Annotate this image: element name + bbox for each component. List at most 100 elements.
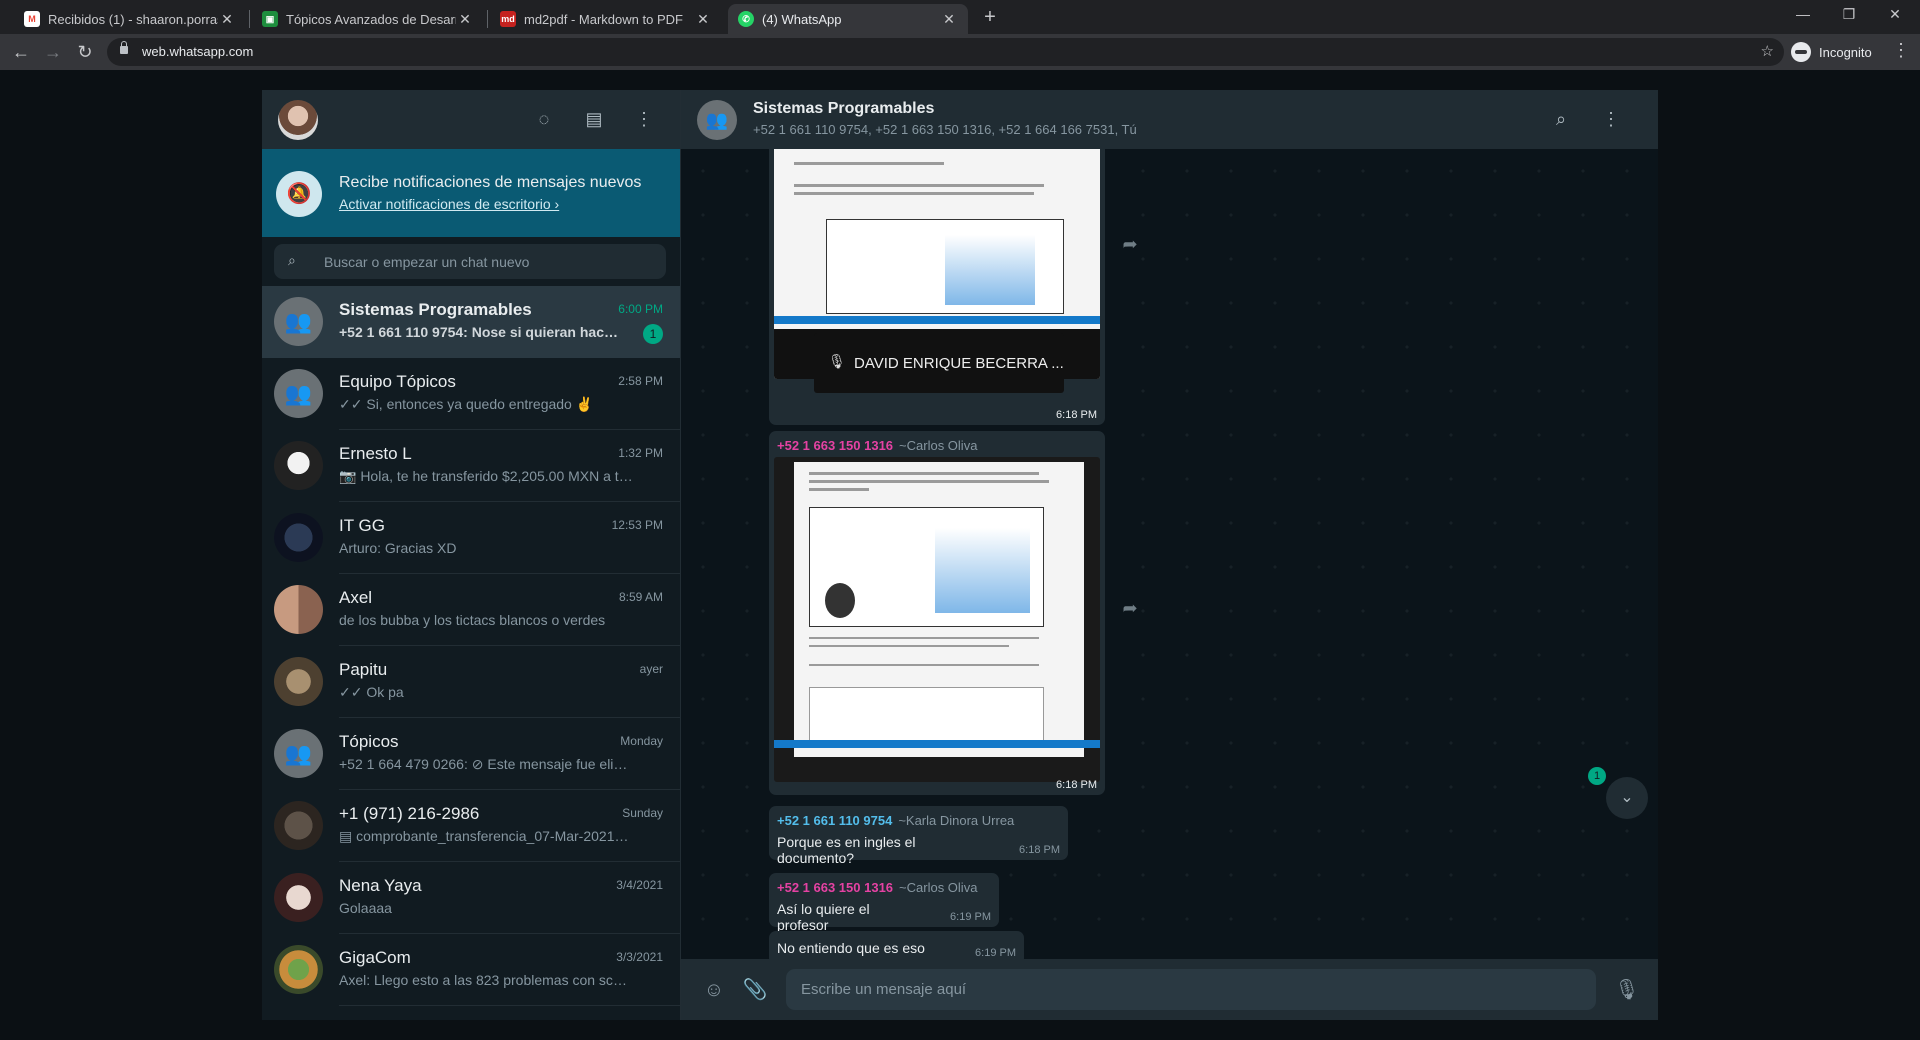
participant-name: DAVID ENRIQUE BECERRA ... (854, 355, 1064, 372)
avatar (274, 945, 323, 994)
menu-icon[interactable]: ⋮ (1599, 107, 1623, 131)
chat-preview: 📷 Hola, te he transferido $2,205.00 MXN … (339, 468, 634, 484)
minimize-button[interactable]: — (1780, 0, 1826, 30)
whatsapp-app: ◌ ▤ ⋮ 🔕 Recibe notificaciones de mensaje… (262, 90, 1658, 1020)
attach-icon[interactable]: 📎 (742, 977, 768, 1003)
avatar (274, 657, 323, 706)
group-avatar-icon: 👥 (274, 369, 323, 418)
group-avatar-icon: 👥 (274, 729, 323, 778)
tab-whatsapp[interactable]: ✆ (4) WhatsApp ✕ (728, 4, 968, 34)
chat-preview: +52 1 664 479 0266: ⊘ Este mensaje fue e… (339, 756, 634, 772)
chat-item-gigacom[interactable]: GigaCom 3/3/2021 Axel: Llego esto a las … (262, 934, 680, 1006)
unread-badge: 1 (1588, 767, 1606, 785)
tab-md2pdf[interactable]: md md2pdf - Markdown to PDF ✕ (490, 4, 722, 34)
mic-off-icon: 🎙 (828, 353, 846, 369)
image-message[interactable]: 🎙 DAVID ENRIQUE BECERRA ... 6:18 PM (769, 149, 1105, 425)
chat-time: Sunday (622, 806, 663, 820)
tab-gmail[interactable]: M Recibidos (1) - shaaron.porras@t ✕ (14, 4, 246, 34)
unread-badge: 1 (643, 324, 663, 344)
chat-item-nena-yaya[interactable]: Nena Yaya 3/4/2021 Golaaaa (262, 862, 680, 934)
chat-preview: Arturo: Gracias XD (339, 540, 457, 556)
sidebar: ◌ ▤ ⋮ 🔕 Recibe notificaciones de mensaje… (262, 90, 681, 1020)
reload-icon[interactable]: ↻ (73, 40, 97, 64)
forward-icon[interactable]: ➦ (1115, 229, 1145, 259)
video-tile: 🎙 DAVID ENRIQUE BECERRA ... (814, 333, 1064, 393)
forward-icon[interactable]: → (41, 40, 65, 64)
chat-item-topicos[interactable]: 👥 Tópicos Monday +52 1 664 479 0266: ⊘ E… (262, 718, 680, 790)
sender-phone[interactable]: +52 1 661 110 9754 (777, 813, 892, 828)
chat-time: ayer (639, 662, 663, 676)
restore-button[interactable]: ❐ (1826, 0, 1872, 30)
chat-item-sistemas-programables[interactable]: 👥 Sistemas Programables 6:00 PM +52 1 66… (262, 286, 680, 358)
close-icon[interactable]: ✕ (940, 11, 958, 28)
chat-item-ernesto-l[interactable]: Ernesto L 1:32 PM 📷 Hola, te he transfer… (262, 430, 680, 502)
chat-name: Axel (339, 588, 373, 607)
close-icon[interactable]: ✕ (694, 11, 712, 28)
scroll-down-button[interactable]: ⌄ 1 (1588, 767, 1648, 819)
text-message[interactable]: +52 1 663 150 1316 ~Carlos Oliva Así lo q… (769, 873, 999, 933)
close-window-button[interactable]: ✕ (1872, 0, 1918, 30)
search-bar: ⌕ (262, 237, 680, 286)
text-message[interactable]: No entiendo que es eso jaja 6:19 PM (769, 931, 1024, 959)
sender-phone[interactable]: +52 1 663 150 1316 (777, 880, 893, 895)
chat-time: 3/4/2021 (616, 878, 663, 892)
chat-item-papitu[interactable]: Papitu ayer ✓✓ Ok pa (262, 646, 680, 718)
sender-alias: ~Carlos Oliva (899, 880, 978, 895)
chat-time: 2:58 PM (618, 374, 663, 388)
chat-name: Equipo Tópicos (339, 372, 456, 391)
chat-name: +1 (971) 216-2986 (339, 804, 480, 823)
search-input[interactable] (324, 244, 654, 279)
message-time: 6:18 PM (1019, 844, 1060, 856)
avatar (274, 513, 323, 562)
bell-off-icon: 🔕 (276, 171, 322, 217)
text-message[interactable]: +52 1 661 110 9754 ~Karla Dinora Urrea Po… (769, 806, 1068, 866)
avatar[interactable] (278, 100, 318, 140)
new-chat-icon[interactable]: ▤ (582, 107, 606, 131)
tab-classroom[interactable]: ▣ Tópicos Avanzados de Desarrollo ✕ (252, 4, 484, 34)
address-bar[interactable]: web.whatsapp.com ☆ (107, 38, 1784, 66)
message-time: 6:19 PM (975, 947, 1016, 959)
chat-item-it-gg[interactable]: IT GG 12:53 PM Arturo: Gracias XD (262, 502, 680, 574)
whatsapp-icon: ✆ (738, 11, 754, 27)
new-tab-button[interactable]: + (976, 4, 1004, 30)
incognito-badge[interactable]: Incognito (1791, 39, 1872, 65)
compose-bar: ☺ 📎 🎙 (681, 959, 1658, 1020)
sidebar-header: ◌ ▤ ⋮ (262, 90, 680, 149)
emoji-icon[interactable]: ☺ (701, 977, 727, 1003)
microphone-icon[interactable]: 🎙 (1614, 977, 1640, 1003)
chat-preview: ▤ comprobante_transferencia_07-Mar-2021_… (339, 828, 634, 844)
chat-time: Monday (620, 734, 663, 748)
lock-icon (120, 41, 128, 54)
conversation-members: +52 1 661 110 9754, +52 1 663 150 1316, … (753, 122, 1137, 137)
enable-notifications-link[interactable]: Activar notificaciones de escritorio › (339, 196, 559, 212)
md2pdf-icon: md (500, 11, 516, 27)
chat-item-equipo-topicos[interactable]: 👥 Equipo Tópicos 2:58 PM ✓✓ Si, entonces… (262, 358, 680, 430)
conversation-title: Sistemas Programables (753, 100, 935, 117)
back-icon[interactable]: ← (9, 40, 33, 64)
bookmark-star-icon[interactable]: ☆ (1761, 42, 1774, 60)
close-icon[interactable]: ✕ (456, 11, 474, 28)
chat-preview: ✓✓ Si, entonces ya quedo entregado ✌ (339, 396, 594, 412)
image-message[interactable]: +52 1 663 150 1316 ~Carlos Oliva 6:18 PM (769, 431, 1105, 795)
close-icon[interactable]: ✕ (218, 11, 236, 28)
message-input[interactable] (786, 969, 1596, 1010)
chat-item-phone-contact[interactable]: +1 (971) 216-2986 Sunday ▤ comprobante_t… (262, 790, 680, 862)
chat-preview: Golaaaa (339, 900, 392, 916)
screenshot-image[interactable] (774, 457, 1100, 782)
forward-icon[interactable]: ➦ (1115, 593, 1145, 623)
chat-name: Tópicos (339, 732, 399, 751)
message-area: 🎙 DAVID ENRIQUE BECERRA ... 6:18 PM ➦ +5… (681, 149, 1658, 959)
search-icon[interactable]: ⌕ (1549, 107, 1573, 131)
status-icon[interactable]: ◌ (532, 107, 556, 131)
menu-icon[interactable]: ⋮ (632, 107, 656, 131)
tab-title: Recibidos (1) - shaaron.porras@t (48, 11, 218, 27)
conversation-header[interactable]: 👥 Sistemas Programables +52 1 661 110 97… (681, 90, 1658, 149)
tab-title: (4) WhatsApp (762, 11, 842, 27)
sender-phone[interactable]: +52 1 663 150 1316 (777, 438, 893, 453)
message-time: 6:18 PM (1056, 409, 1097, 421)
chat-name: Sistemas Programables (339, 300, 532, 319)
message-time: 6:19 PM (950, 911, 991, 923)
chat-item-axel[interactable]: Axel 8:59 AM de los bubba y los tictacs … (262, 574, 680, 646)
browser-menu-icon[interactable]: ⋮ (1892, 40, 1910, 61)
group-avatar-icon[interactable]: 👥 (697, 100, 737, 140)
